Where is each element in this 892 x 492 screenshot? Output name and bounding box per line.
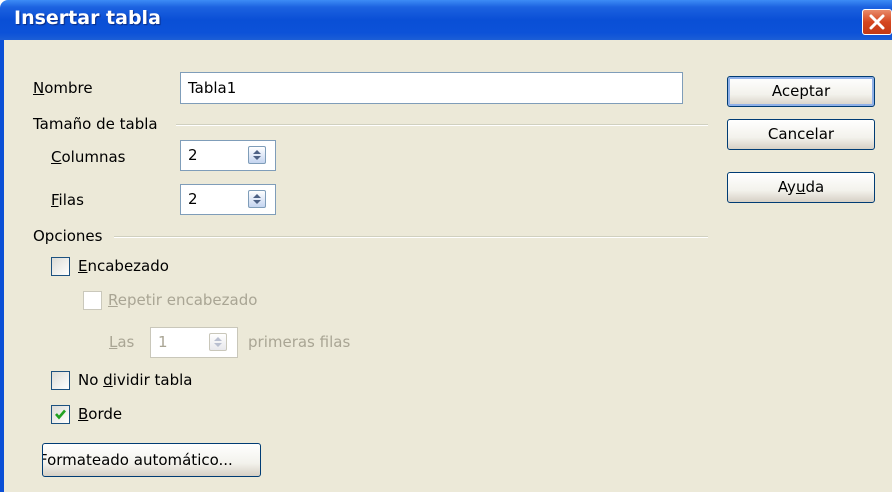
cancel-button[interactable]: Cancelar bbox=[727, 119, 875, 150]
border-label[interactable]: Borde bbox=[78, 405, 122, 423]
rows-label: Filas bbox=[51, 191, 84, 209]
title-bar[interactable]: Insertar tabla bbox=[0, 0, 892, 40]
autoformat-button[interactable]: Formateado automático... bbox=[42, 443, 261, 477]
repeat-rows-suffix-label: primeras filas bbox=[248, 333, 351, 351]
insert-table-dialog: Insertar tabla Nombre Tabla1 Tamaño de t… bbox=[0, 0, 892, 492]
dont-split-table-checkbox[interactable] bbox=[51, 371, 70, 390]
close-icon bbox=[869, 14, 885, 30]
help-button[interactable]: Ayuda bbox=[727, 172, 875, 203]
border-checkbox[interactable] bbox=[51, 405, 70, 424]
dont-split-table-label[interactable]: No dividir tabla bbox=[78, 371, 193, 389]
close-button[interactable] bbox=[862, 9, 892, 35]
repeat-header-checkbox[interactable] bbox=[83, 291, 102, 310]
options-separator bbox=[114, 236, 708, 238]
spin-arrows-icon bbox=[253, 194, 261, 204]
dialog-body: Nombre Tabla1 Tamaño de tabla Columnas 2… bbox=[0, 40, 892, 492]
repeat-rows-prefix-label: Las bbox=[109, 333, 135, 351]
repeat-header-label: Repetir encabezado bbox=[108, 291, 258, 309]
header-checkbox-label[interactable]: Encabezado bbox=[78, 257, 169, 275]
repeat-rows-spin-button[interactable] bbox=[209, 333, 227, 351]
table-size-section-label: Tamaño de tabla bbox=[33, 115, 158, 133]
name-input[interactable]: Tabla1 bbox=[180, 72, 683, 104]
spin-arrows-icon bbox=[253, 150, 261, 160]
rows-spin-button[interactable] bbox=[248, 190, 266, 208]
columns-label: Columnas bbox=[51, 148, 126, 166]
options-section-label: Opciones bbox=[33, 227, 103, 245]
checkmark-icon bbox=[55, 409, 66, 420]
header-checkbox[interactable] bbox=[51, 257, 70, 276]
ok-button[interactable]: Aceptar bbox=[727, 76, 875, 107]
spin-arrows-icon bbox=[214, 337, 222, 347]
columns-spin-button[interactable] bbox=[248, 146, 266, 164]
name-label: Nombre bbox=[33, 79, 93, 97]
window-title: Insertar tabla bbox=[14, 7, 161, 29]
table-size-separator bbox=[176, 124, 708, 126]
